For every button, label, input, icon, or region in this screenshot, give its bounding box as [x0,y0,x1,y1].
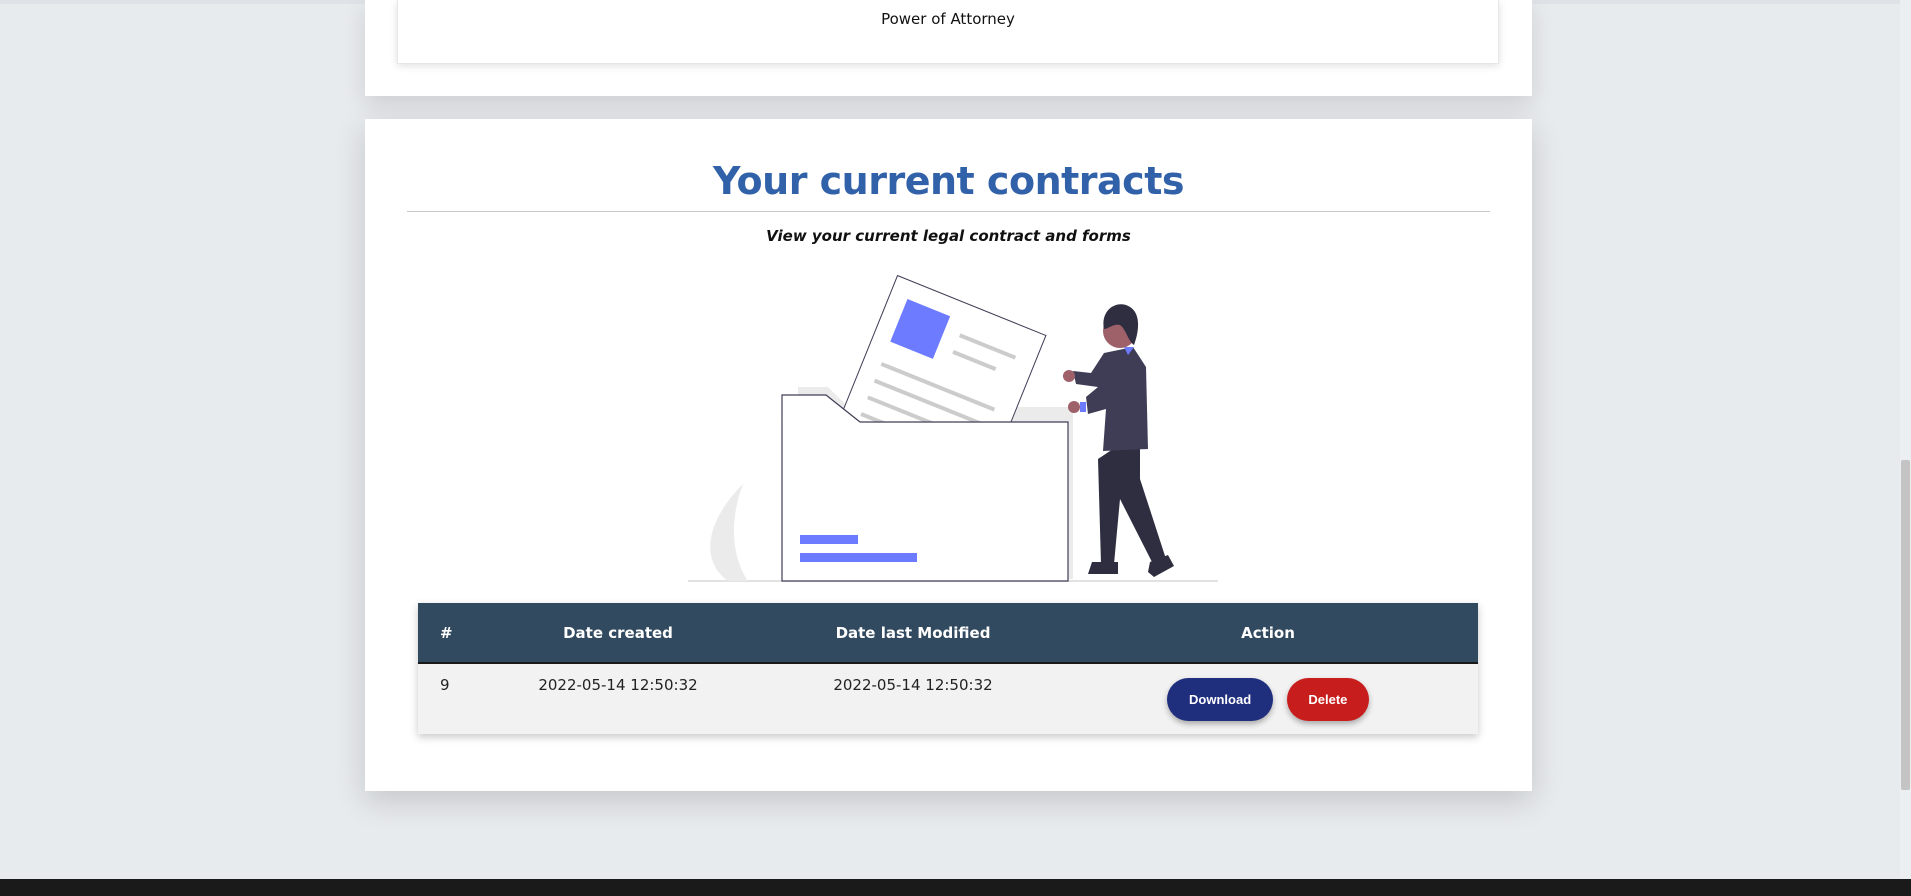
contracts-section: Your current contracts View your current… [365,119,1532,791]
table-row: 9 2022-05-14 12:50:32 2022-05-14 12:50:3… [418,663,1478,734]
document-card-label: Power of Attorney [881,10,1015,28]
section-subtitle: View your current legal contract and for… [766,227,1131,245]
section-title: Your current contracts [713,159,1184,203]
column-header-date-modified: Date last Modified [768,603,1058,664]
contract-id-cell: 9 [440,676,450,694]
vertical-scrollbar[interactable] [1900,0,1911,880]
footer-bar [0,879,1911,896]
column-header-date-created: Date created [468,603,768,664]
date-created-cell: 2022-05-14 12:50:32 [538,676,698,694]
download-button[interactable]: Download [1167,678,1274,721]
column-header-action: Action [1058,603,1478,664]
action-cell: Download Delete [1058,663,1478,734]
date-modified-cell: 2022-05-14 12:50:32 [833,676,993,694]
contracts-table: # Date created Date last Modified Action… [418,603,1478,734]
previous-section-card: Power of Attorney [365,0,1532,96]
column-header-number: # [418,603,468,664]
table-header-row: # Date created Date last Modified Action [418,603,1478,664]
delete-button[interactable]: Delete [1286,678,1369,721]
scrollbar-thumb[interactable] [1901,460,1910,790]
title-divider [407,211,1490,212]
document-card-power-of-attorney[interactable]: Power of Attorney [397,0,1499,64]
